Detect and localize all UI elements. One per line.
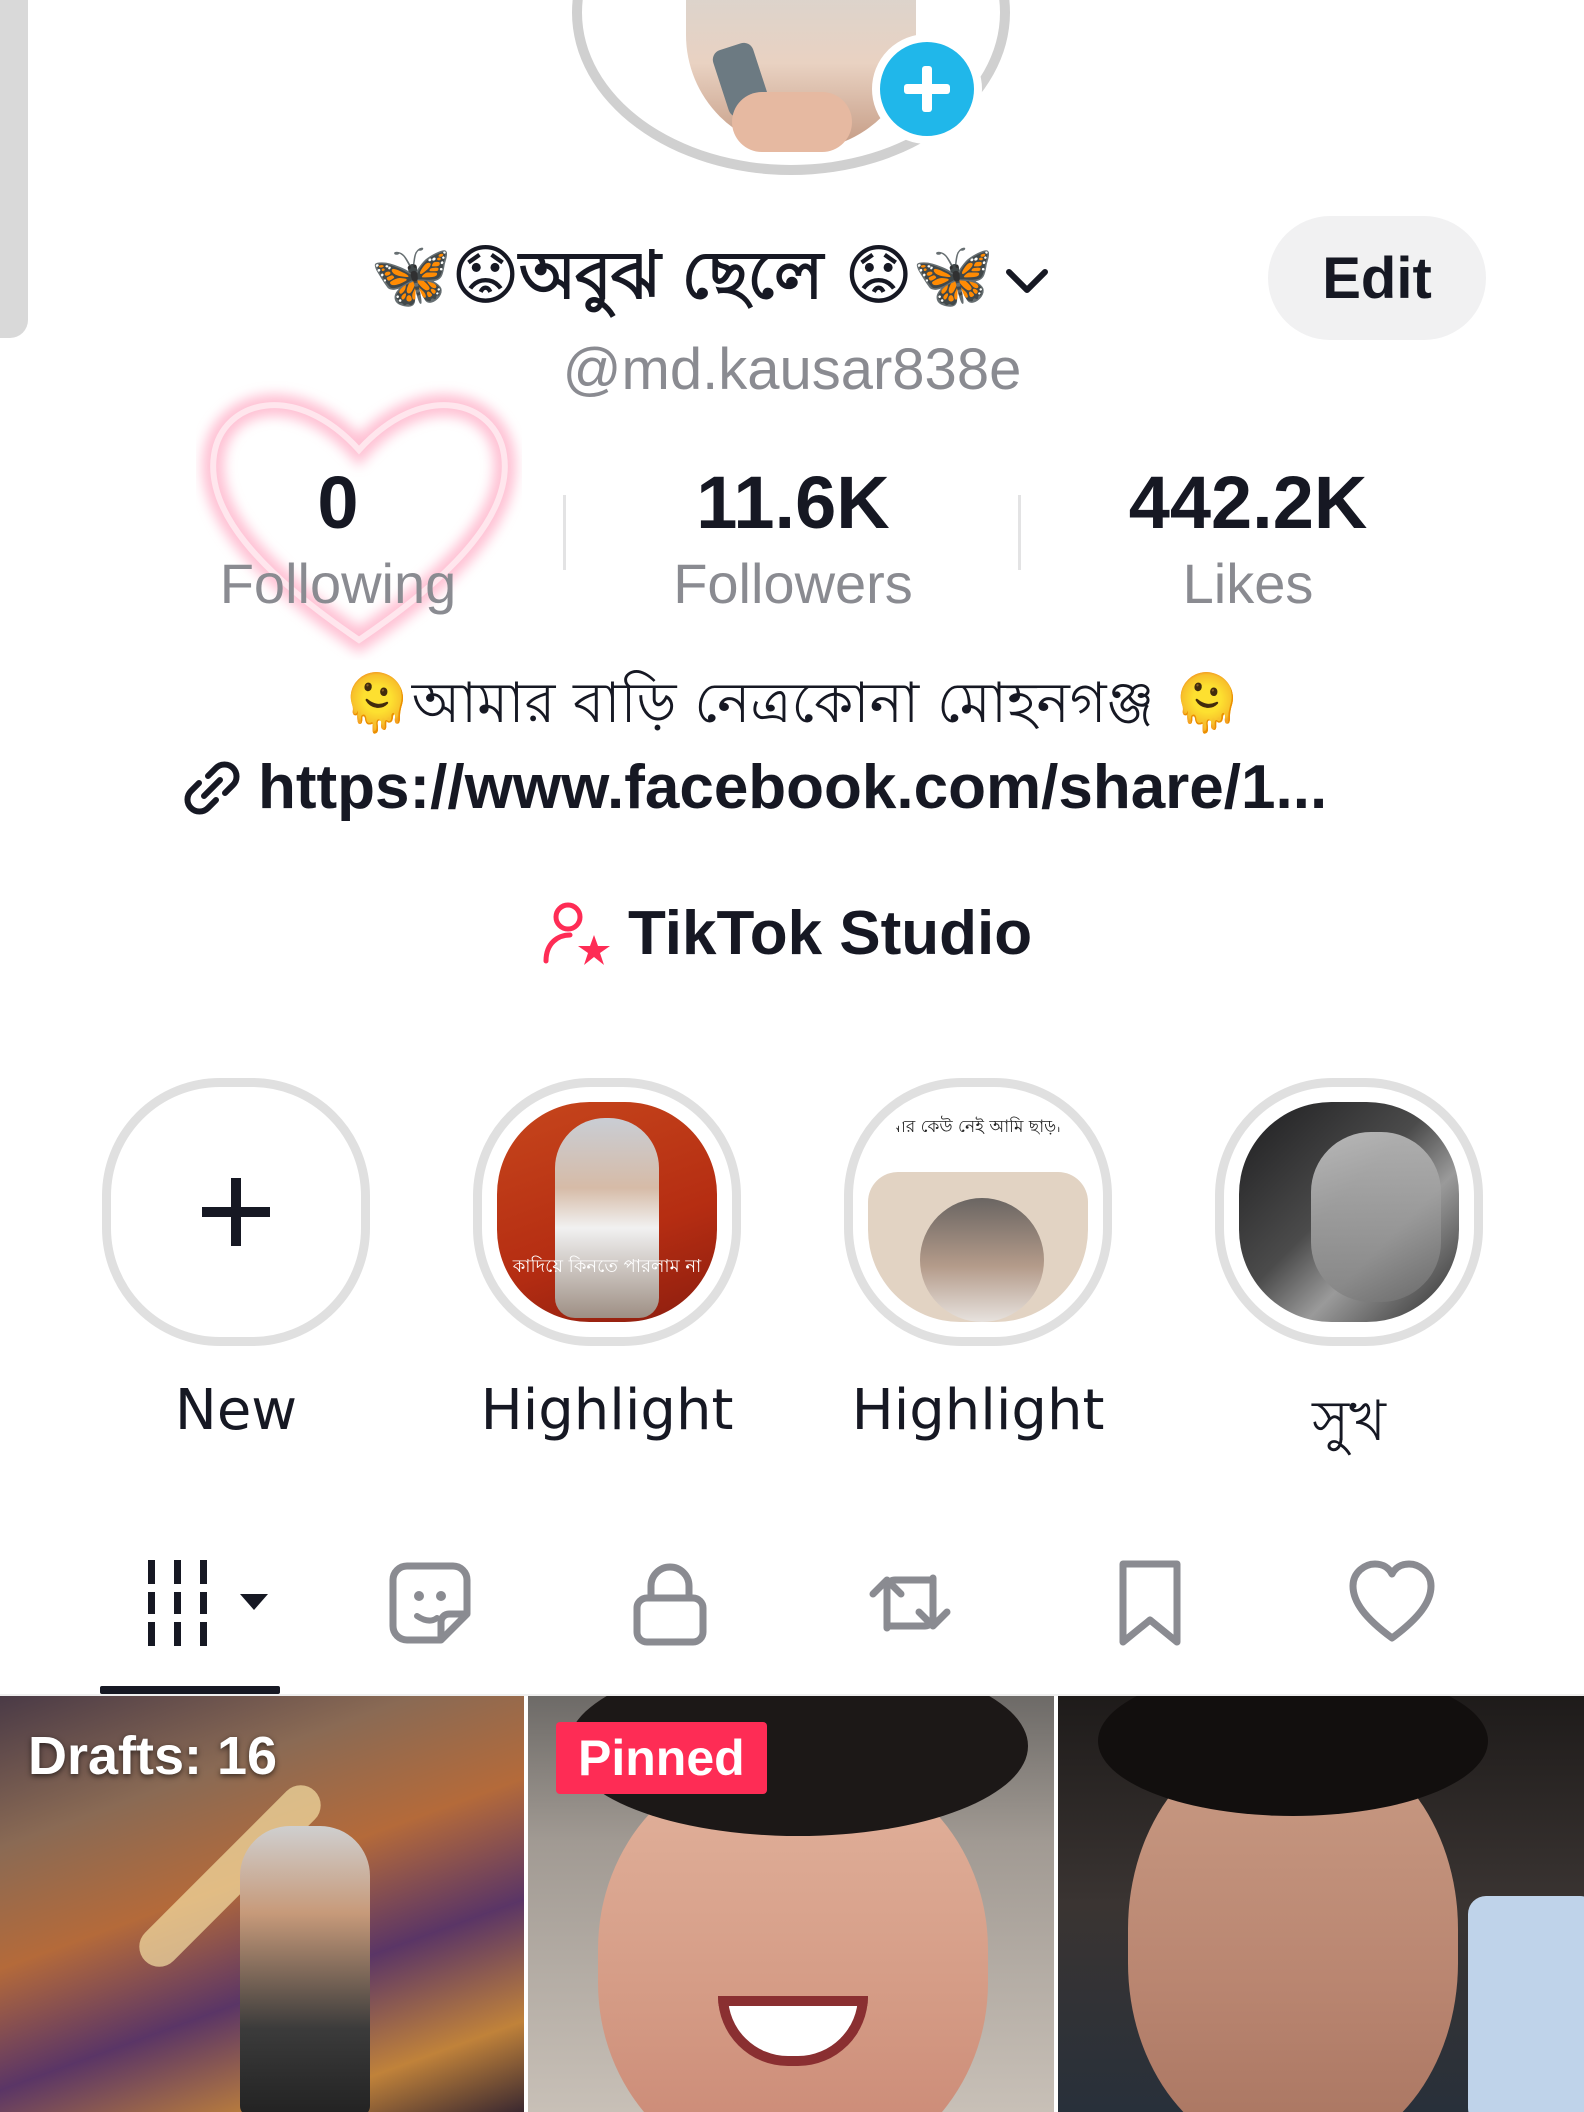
video-tile[interactable] [1058,1696,1584,2112]
tab-favorites[interactable] [1100,1558,1200,1648]
highlight-caption: কাদিয়ে কিনতে পারলাম না [512,1256,702,1277]
drafts-label: Drafts: 16 [28,1726,278,1786]
tab-reposts[interactable] [860,1558,960,1648]
studio-label: TikTok Studio [628,899,1033,968]
tab-stickers[interactable] [380,1558,480,1648]
followers-count: 11.6K [696,461,890,544]
videos-icon [148,1560,268,1646]
highlight-label: Highlight [480,1378,734,1443]
highlight-frame [102,1078,370,1346]
display-name: 🦋😟অবুঝ ছেলে 😟🦋 [370,237,994,314]
lock-icon [633,1563,707,1646]
highlight-item[interactable]: কাদিয়ে কিনতে পারলাম না Highlight [473,1078,741,1443]
edit-profile-button[interactable]: Edit [1268,216,1486,340]
tiktok-studio-button[interactable]: TikTok Studio [540,898,1032,969]
studio-icon [543,902,610,965]
pinned-badge: Pinned [556,1722,767,1794]
likes-label: Likes [1182,552,1314,615]
highlight-label: Highlight [851,1378,1105,1443]
add-avatar-button[interactable] [872,34,982,144]
highlight-label: সুখ [1312,1389,1386,1454]
repost-icon [869,1574,951,1632]
following-stat[interactable]: 0 Following [138,455,538,617]
active-tab-indicator [100,1686,280,1694]
highlight-thumbnail: আমার কেউ নেই আমি ছাড়া 😢 [868,1102,1088,1322]
likes-count: 442.2K [1128,461,1368,544]
highlight-frame: আমার কেউ নেই আমি ছাড়া 😢 [844,1078,1112,1346]
followers-label: Followers [673,552,913,615]
avatar-hand-detail [732,92,852,152]
side-panel-handle[interactable] [0,0,28,338]
chevron-down-icon[interactable] [997,250,1057,310]
bio-link-text: https://www.facebook.com/share/1... [258,753,1328,822]
tab-liked[interactable] [1342,1558,1442,1648]
plus-icon [202,1178,270,1246]
heart-icon [1349,1560,1435,1642]
highlight-caption: আমার কেউ নেই আমি ছাড়া 😢 [871,1117,1085,1137]
bio-link[interactable]: https://www.facebook.com/share/1... [178,752,1327,823]
highlight-frame [1215,1078,1483,1346]
link-icon [184,761,240,814]
highlight-item[interactable]: সুখ [1215,1078,1483,1472]
tab-videos[interactable] [140,1558,280,1648]
tab-private[interactable] [620,1558,720,1648]
sticker-icon [389,1562,471,1644]
stat-divider [1018,495,1021,570]
followers-stat[interactable]: 11.6K Followers [593,455,993,617]
highlight-thumbnail [1239,1102,1459,1322]
likes-stat[interactable]: 442.2K Likes [1048,455,1448,617]
highlight-frame: কাদিয়ে কিনতে পারলাম না [473,1078,741,1346]
highlight-thumbnail: কাদিয়ে কিনতে পারলাম না [497,1102,717,1322]
following-label: Following [219,552,457,615]
following-count: 0 [317,461,359,544]
highlight-new[interactable]: New [102,1078,370,1443]
plus-icon [904,66,950,112]
bio-text: 🫠আমার বাড়ি নেত্রকোনা মোহনগঞ্জ 🫠 [342,671,1242,736]
stat-divider [563,495,566,570]
highlight-label: New [174,1378,298,1443]
highlight-item[interactable]: আমার কেউ নেই আমি ছাড়া 😢 Highlight [844,1078,1112,1443]
bookmark-icon [1119,1560,1181,1646]
display-name-row[interactable]: 🦋😟অবুঝ ছেলে 😟🦋 [370,235,1057,325]
